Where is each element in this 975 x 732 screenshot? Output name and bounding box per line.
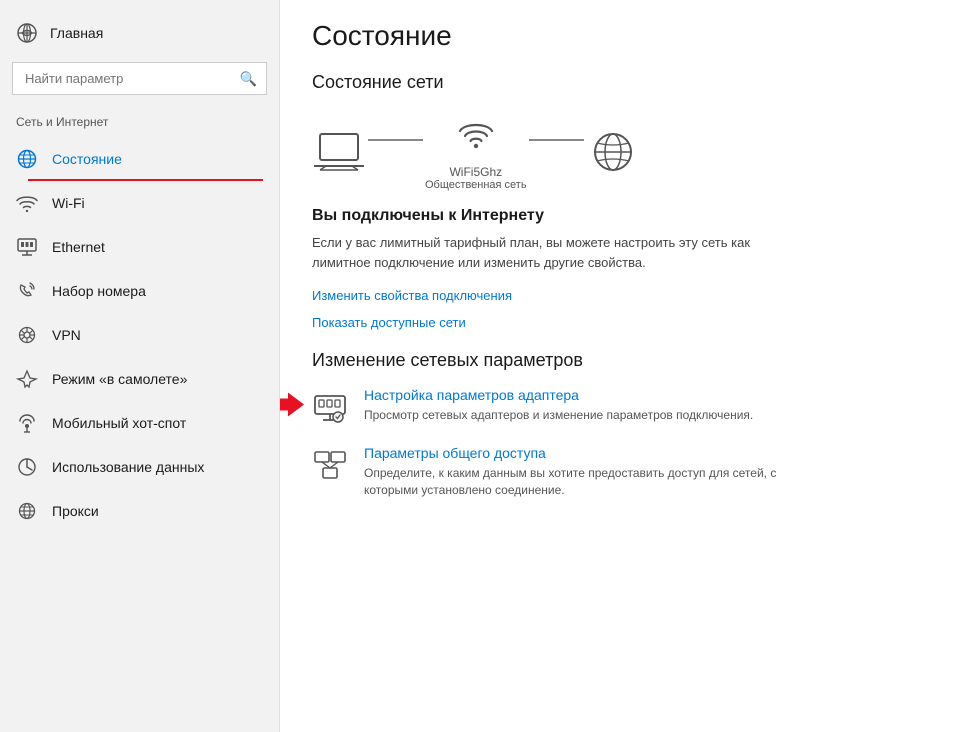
sidebar-item-wifi-label: Wi-Fi [52, 195, 85, 211]
wifi-diagram-icon: WiFi5Ghz Общественная сеть [425, 113, 527, 191]
wifi-name: WiFi5Ghz [425, 165, 527, 179]
sharing-desc: Определите, к каким данным вы хотите пре… [364, 465, 804, 499]
sidebar-item-status-label: Состояние [52, 151, 122, 167]
sidebar-item-proxy[interactable]: Прокси [0, 489, 279, 533]
sidebar: Главная 🔍 Сеть и Интернет Состояние [0, 0, 280, 732]
section-label: Сеть и Интернет [0, 111, 279, 137]
search-container: 🔍 [12, 62, 267, 95]
sidebar-item-proxy-label: Прокси [52, 503, 99, 519]
hotspot-icon [16, 412, 38, 434]
info-text: Если у вас лимитный тарифный план, вы мо… [312, 233, 792, 272]
home-label: Главная [50, 25, 103, 41]
wifi-type: Общественная сеть [425, 179, 527, 191]
sidebar-item-dialup-label: Набор номера [52, 283, 146, 299]
wifi-icon [16, 192, 38, 214]
sharing-icon [312, 447, 348, 483]
home-icon [16, 22, 38, 44]
sidebar-home-button[interactable]: Главная [0, 12, 279, 54]
sidebar-item-ethernet-label: Ethernet [52, 239, 105, 255]
sidebar-item-hotspot-label: Мобильный хот-спот [52, 415, 186, 431]
line1 [368, 139, 423, 141]
globe-diagram-icon [586, 130, 640, 174]
adapter-text: Настройка параметров адаптера Просмотр с… [364, 387, 753, 424]
sharing-settings-item: Параметры общего доступа Определите, к к… [312, 445, 943, 499]
sidebar-item-dialup[interactable]: Набор номера [0, 269, 279, 313]
adapter-icon [312, 389, 348, 425]
adapter-settings-item: Настройка параметров адаптера Просмотр с… [312, 387, 943, 425]
network-diagram: WiFi5Ghz Общественная сеть [312, 113, 943, 191]
sidebar-item-vpn[interactable]: VPN [0, 313, 279, 357]
globe-icon [16, 148, 38, 170]
adapter-desc: Просмотр сетевых адаптеров и изменение п… [364, 407, 753, 424]
line2 [529, 139, 584, 141]
main-content: Состояние Состояние сети WiFi5Ghz [280, 0, 975, 732]
show-networks-link[interactable]: Показать доступные сети [312, 315, 943, 330]
search-input[interactable] [12, 62, 267, 95]
ethernet-icon [16, 236, 38, 258]
network-status-title: Состояние сети [312, 72, 943, 93]
adapter-title[interactable]: Настройка параметров адаптера [364, 387, 753, 403]
sidebar-item-hotspot[interactable]: Мобильный хот-спот [0, 401, 279, 445]
datausage-icon [16, 456, 38, 478]
connected-text: Вы подключены к Интернету [312, 207, 943, 225]
page-title: Состояние [312, 20, 943, 52]
laptop-diagram-icon [312, 130, 366, 174]
sharing-text: Параметры общего доступа Определите, к к… [364, 445, 804, 499]
sidebar-item-status[interactable]: Состояние [0, 137, 279, 181]
change-section-title: Изменение сетевых параметров [312, 350, 943, 371]
sidebar-item-airplane-label: Режим «в самолете» [52, 371, 187, 387]
sharing-title[interactable]: Параметры общего доступа [364, 445, 804, 461]
sidebar-item-airplane[interactable]: Режим «в самолете» [0, 357, 279, 401]
sidebar-item-datausage-label: Использование данных [52, 459, 204, 475]
vpn-icon [16, 324, 38, 346]
change-properties-link[interactable]: Изменить свойства подключения [312, 288, 943, 303]
dialup-icon [16, 280, 38, 302]
proxy-icon [16, 500, 38, 522]
red-arrow [280, 391, 304, 422]
search-icon: 🔍 [240, 70, 257, 87]
airplane-icon [16, 368, 38, 390]
sidebar-item-wifi[interactable]: Wi-Fi [0, 181, 279, 225]
sidebar-item-ethernet[interactable]: Ethernet [0, 225, 279, 269]
sidebar-item-datausage[interactable]: Использование данных [0, 445, 279, 489]
sidebar-item-vpn-label: VPN [52, 327, 81, 343]
